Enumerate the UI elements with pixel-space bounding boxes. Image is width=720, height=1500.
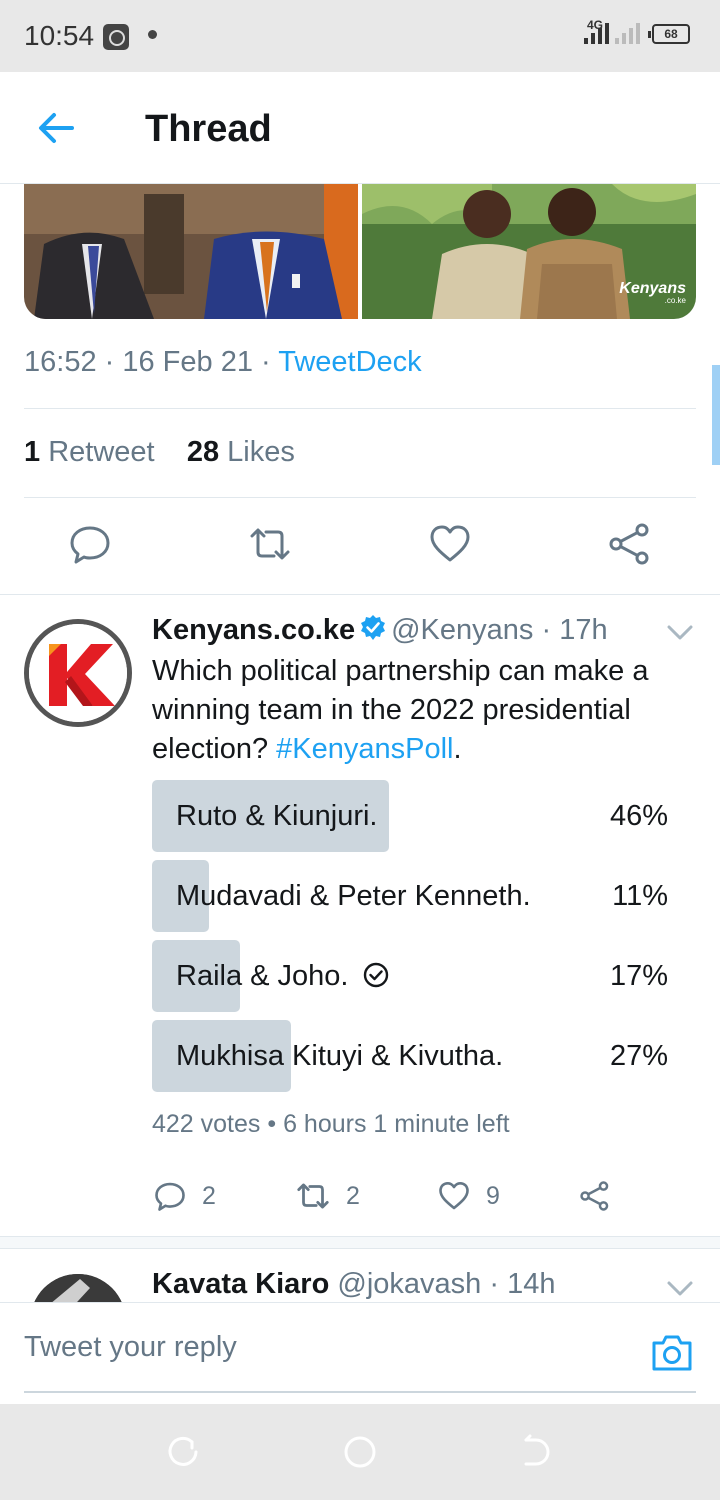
- image-watermark: Kenyans .co.ke: [619, 280, 686, 305]
- back-nav-icon: [524, 1434, 550, 1466]
- like-icon: [439, 1181, 469, 1210]
- tweet-image-1[interactable]: [24, 184, 358, 319]
- like-icon: [430, 525, 470, 562]
- reply-icon: [155, 1182, 185, 1211]
- poll-option-label: Ruto & Kiunjuri.: [176, 800, 378, 832]
- divider: [24, 408, 696, 409]
- verified-badge-icon: [361, 615, 386, 640]
- poll-option[interactable]: Mukhisa Kituyi & Kivutha. 27%: [152, 1020, 668, 1092]
- retweet-icon: [297, 1183, 329, 1209]
- recents-icon: [168, 1436, 198, 1466]
- like-button[interactable]: [426, 520, 474, 568]
- reply-bar: [0, 1302, 720, 1404]
- page-title: Thread: [145, 108, 272, 150]
- hashtag-link[interactable]: #KenyansPoll: [276, 733, 453, 765]
- camera-icon: [652, 1335, 692, 1371]
- poll-option-percent: 27%: [609, 1040, 668, 1072]
- tweet-time: 17h: [559, 614, 608, 646]
- poll-time-left: 6 hours 1 minute left: [283, 1110, 510, 1138]
- status-time: 10:54: [24, 20, 95, 51]
- share-icon: [580, 1181, 609, 1211]
- arrow-left-icon: [39, 113, 74, 143]
- tweet-action-bar: 2 2 9: [152, 1176, 652, 1216]
- divider: [24, 497, 696, 498]
- tweet-menu-button[interactable]: [664, 620, 696, 644]
- retweet-button[interactable]: 2: [294, 1176, 360, 1216]
- tweet-header: Kavata Kiaro @jokavash · 14h: [152, 1268, 556, 1300]
- divider: [0, 594, 720, 595]
- back-button[interactable]: [32, 108, 80, 148]
- likes-stat[interactable]: 28 Likes: [187, 436, 295, 468]
- reply-input[interactable]: [24, 1303, 696, 1393]
- top-header: Thread: [0, 72, 720, 184]
- poll-option[interactable]: Mudavadi & Peter Kenneth. 11%: [152, 860, 668, 932]
- tweet-stats: 1 Retweet 28 Likes: [24, 436, 295, 469]
- tweet-header: Kenyans.co.ke @Kenyans · 17h: [152, 614, 608, 646]
- home-circle-icon: [344, 1436, 376, 1468]
- share-button[interactable]: [578, 1176, 612, 1216]
- retweet-button[interactable]: [246, 520, 294, 568]
- reply-button[interactable]: [66, 520, 114, 568]
- retweet-icon: [250, 528, 290, 560]
- retweet-stat[interactable]: 1 Retweet: [24, 436, 155, 468]
- tweet-timestamp: 16:52 · 16 Feb 21 · TweetDeck: [24, 346, 422, 378]
- tweet-source-link[interactable]: TweetDeck: [278, 346, 421, 378]
- selected-check-icon: [363, 962, 388, 988]
- author-handle: @jokavash: [337, 1268, 482, 1300]
- author-name[interactable]: Kenyans.co.ke: [152, 614, 355, 646]
- tweet-image-2[interactable]: Kenyans .co.ke: [362, 184, 696, 319]
- reply-count: 2: [202, 1181, 216, 1210]
- poll-option-label: Mukhisa Kituyi & Kivutha.: [176, 1040, 504, 1072]
- poll-option[interactable]: Raila & Joho. 17%: [152, 940, 668, 1012]
- music-app-icon: [103, 24, 129, 50]
- poll-option-label: Raila & Joho.: [176, 960, 389, 993]
- author-name[interactable]: Kavata Kiaro: [152, 1268, 329, 1300]
- poll-votes: 422 votes: [152, 1110, 261, 1138]
- tweet-text: Which political partnership can make a w…: [152, 655, 649, 765]
- poll-meta: 422 votes • 6 hours 1 minute left: [152, 1110, 510, 1138]
- chevron-down-icon: [667, 625, 693, 640]
- like-count: 9: [486, 1181, 500, 1210]
- notification-dot-icon: [148, 30, 157, 39]
- signal-secondary-icon: [615, 22, 640, 44]
- signal-icon: [584, 22, 609, 44]
- tweet-menu-button[interactable]: [664, 1276, 696, 1300]
- poll-option-percent: 17%: [609, 960, 668, 992]
- poll-option-label: Mudavadi & Peter Kenneth.: [176, 880, 531, 912]
- avatar[interactable]: [24, 619, 132, 727]
- poll-option-percent: 11%: [612, 880, 668, 912]
- like-button[interactable]: 9: [436, 1176, 500, 1216]
- scroll-indicator[interactable]: [712, 365, 720, 465]
- poll-option-percent: 46%: [609, 800, 668, 832]
- retweet-count: 2: [346, 1181, 360, 1210]
- share-button[interactable]: [606, 520, 654, 568]
- reply-icon: [70, 526, 110, 564]
- tweet-time: 14h: [507, 1268, 556, 1300]
- author-handle: @Kenyans: [391, 614, 534, 646]
- poll-option[interactable]: Ruto & Kiunjuri. 46%: [152, 780, 668, 852]
- thread-separator: [0, 1236, 720, 1249]
- recent-apps-button[interactable]: [166, 1434, 202, 1470]
- tweet-media[interactable]: Kenyans .co.ke: [24, 184, 696, 319]
- share-icon: [609, 523, 649, 565]
- battery-icon: 68: [648, 24, 690, 44]
- system-nav-bar: [0, 1404, 720, 1500]
- kenyans-logo-icon: [29, 624, 127, 722]
- tweet-action-bar: [0, 520, 720, 576]
- back-nav-button[interactable]: [518, 1434, 554, 1470]
- camera-button[interactable]: [650, 1333, 694, 1373]
- chevron-down-icon: [667, 1281, 693, 1296]
- signal-battery-group: 68: [584, 22, 690, 44]
- reply-button[interactable]: 2: [152, 1176, 216, 1216]
- status-bar: 10:54 4G 68: [0, 0, 720, 72]
- home-button[interactable]: [342, 1434, 378, 1470]
